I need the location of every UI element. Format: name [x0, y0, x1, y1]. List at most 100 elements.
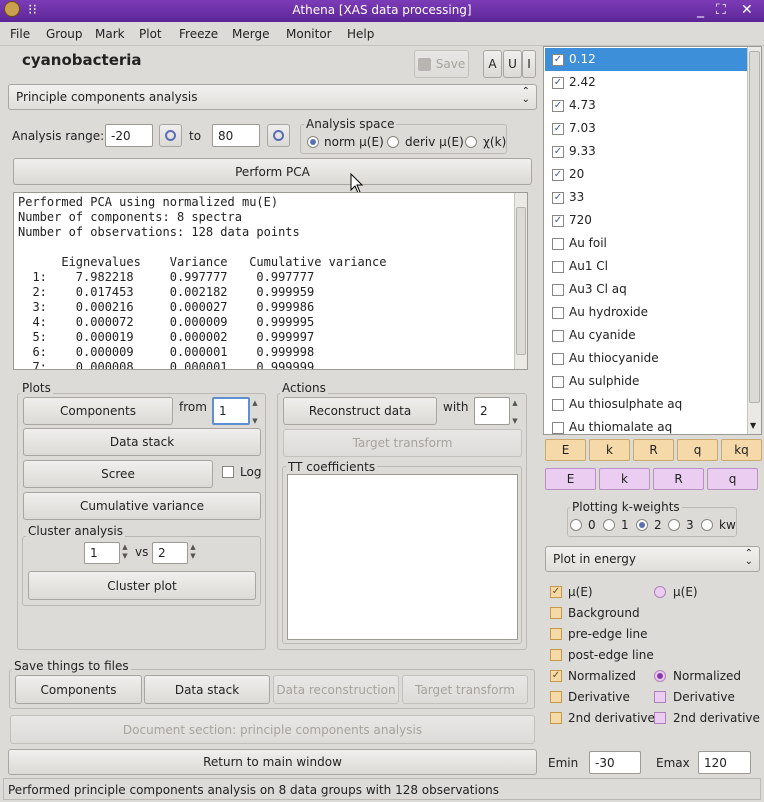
cluster-a-input[interactable]: 1 [84, 542, 120, 564]
group-checkbox[interactable]: ✓ [552, 54, 564, 66]
group-checkbox[interactable]: ✓ [552, 146, 564, 158]
with-spinner-icon[interactable]: ▲ ▼ [510, 399, 520, 426]
group-list-item[interactable]: Au foil [545, 232, 747, 255]
pca-output[interactable]: Performed PCA using normalized mu(E) Numb… [13, 192, 528, 370]
kweight-radio-3[interactable] [668, 519, 680, 531]
energy-option-checkbox[interactable]: ✓ [550, 586, 562, 598]
plot-k-orange-button[interactable]: k [589, 439, 630, 461]
plot-R-orange-button[interactable]: R [633, 439, 674, 461]
menu-plot[interactable]: Plot [139, 27, 162, 41]
range-to-pick-button[interactable] [267, 124, 290, 147]
energy-option-checkbox[interactable] [550, 712, 562, 724]
log-checkbox[interactable] [222, 466, 234, 478]
menu-merge[interactable]: Merge [232, 27, 269, 41]
target-transform-button[interactable]: Target transform [283, 429, 522, 457]
scroll-down-icon[interactable]: ▼ [750, 421, 756, 430]
group-checkbox[interactable]: ✓ [552, 215, 564, 227]
save-components-button[interactable]: Components [15, 675, 142, 704]
perform-pca-button[interactable]: Perform PCA [13, 158, 532, 185]
plot-E-orange-button[interactable]: E [545, 439, 586, 461]
group-list-item[interactable]: ✓ 33 [545, 186, 747, 209]
cluster-b-input[interactable]: 2 [152, 542, 188, 564]
space-norm-radio[interactable] [307, 136, 319, 148]
plot-scree-button[interactable]: Scree [23, 460, 213, 488]
plot-q-orange-button[interactable]: q [677, 439, 718, 461]
group-list-item[interactable]: ✓ 720 [545, 209, 747, 232]
minimize-icon[interactable]: _ [697, 2, 704, 18]
plot-k-purple-button[interactable]: k [599, 468, 650, 490]
group-checkbox[interactable] [552, 353, 564, 365]
tt-coefficients-area[interactable] [287, 474, 518, 640]
document-section-button[interactable]: Document section: principle components a… [10, 715, 535, 744]
energy-option-radio[interactable] [654, 586, 666, 598]
energy-option-checkbox[interactable] [550, 691, 562, 703]
emax-input[interactable]: 120 [698, 751, 751, 774]
group-list-item[interactable]: Au cyanide [545, 324, 747, 347]
group-list-item[interactable]: ✓ 0.12 [545, 48, 747, 71]
group-checkbox[interactable]: ✓ [552, 123, 564, 135]
energy-option-radio[interactable] [654, 670, 666, 682]
cluster-b-spinner-icon[interactable]: ▲ ▼ [188, 543, 198, 561]
group-checkbox[interactable]: ✓ [552, 192, 564, 204]
menu-help[interactable]: Help [347, 27, 374, 41]
group-list-scrollbar[interactable]: ▼ [747, 47, 761, 434]
group-list-item[interactable]: ✓ 7.03 [545, 117, 747, 140]
space-chi-radio[interactable] [465, 136, 477, 148]
group-checkbox[interactable] [552, 284, 564, 296]
group-checkbox[interactable] [552, 422, 564, 434]
kweight-radio-kw[interactable] [701, 519, 713, 531]
group-checkbox[interactable] [552, 330, 564, 342]
group-list-item[interactable]: Au hydroxide [545, 301, 747, 324]
range-from-input[interactable]: -20 [105, 124, 153, 147]
group-list-item[interactable]: Au thiomalate aq [545, 416, 747, 434]
group-list[interactable]: ▼ ✓ 0.12 ✓ 2.42 ✓ 4.73 ✓ 7.03 ✓ 9.33 ✓ 20 ✓ 33 ✓ 720 Au … [543, 46, 762, 435]
group-list-item[interactable]: Au thiosulphate aq [545, 393, 747, 416]
from-spinner-icon[interactable]: ▲ ▼ [250, 399, 260, 426]
kweight-radio-1[interactable] [603, 519, 615, 531]
group-list-item[interactable]: Au3 Cl aq [545, 278, 747, 301]
group-checkbox[interactable]: ✓ [552, 100, 564, 112]
from-input[interactable]: 1 [212, 397, 250, 425]
range-from-pick-button[interactable] [159, 124, 182, 147]
energy-option-checkbox[interactable] [550, 628, 562, 640]
group-checkbox[interactable]: ✓ [552, 169, 564, 181]
plot-kq-orange-button[interactable]: kq [721, 439, 762, 461]
group-list-item[interactable]: ✓ 4.73 [545, 94, 747, 117]
cluster-plot-button[interactable]: Cluster plot [28, 571, 256, 600]
emin-input[interactable]: -30 [589, 751, 641, 774]
output-scrollbar-thumb[interactable] [516, 207, 526, 355]
menu-freeze[interactable]: Freeze [179, 27, 218, 41]
energy-option-checkbox[interactable]: ✓ [550, 670, 562, 682]
maximize-icon[interactable]: ⛶ [716, 2, 726, 18]
group-checkbox[interactable] [552, 261, 564, 273]
group-checkbox[interactable] [552, 238, 564, 250]
menu-file[interactable]: File [10, 27, 30, 41]
reconstruct-data-button[interactable]: Reconstruct data [283, 397, 437, 425]
plot-q-purple-button[interactable]: q [707, 468, 758, 490]
a-button[interactable]: A [483, 50, 502, 78]
save-button[interactable]: Save [414, 50, 469, 78]
u-button[interactable]: U [503, 50, 522, 78]
kweight-radio-2[interactable] [636, 519, 648, 531]
group-list-item[interactable]: Au sulphide [545, 370, 747, 393]
save-reconstruction-button[interactable]: Data reconstruction [273, 675, 399, 704]
with-input[interactable]: 2 [474, 397, 510, 425]
group-list-item[interactable]: ✓ 20 [545, 163, 747, 186]
save-target-transform-button[interactable]: Target transform [402, 675, 528, 704]
menu-mark[interactable]: Mark [95, 27, 125, 41]
space-deriv-radio[interactable] [387, 136, 399, 148]
menu-monitor[interactable]: Monitor [286, 27, 332, 41]
group-list-item[interactable]: ✓ 9.33 [545, 140, 747, 163]
plot-cumulative-variance-button[interactable]: Cumulative variance [23, 492, 261, 520]
group-checkbox[interactable] [552, 399, 564, 411]
group-checkbox[interactable] [552, 307, 564, 319]
group-list-item[interactable]: Au thiocyanide [545, 347, 747, 370]
energy-option-checkbox[interactable] [654, 712, 666, 724]
plot-space-select[interactable]: Plot in energy ⌃ ⌄ [545, 546, 760, 572]
save-data-stack-button[interactable]: Data stack [144, 675, 270, 704]
return-main-button[interactable]: Return to main window [8, 749, 537, 775]
range-to-input[interactable]: 80 [212, 124, 260, 147]
plot-E-purple-button[interactable]: E [545, 468, 596, 490]
plot-data-stack-button[interactable]: Data stack [23, 428, 261, 456]
i-button[interactable]: I [522, 50, 536, 78]
